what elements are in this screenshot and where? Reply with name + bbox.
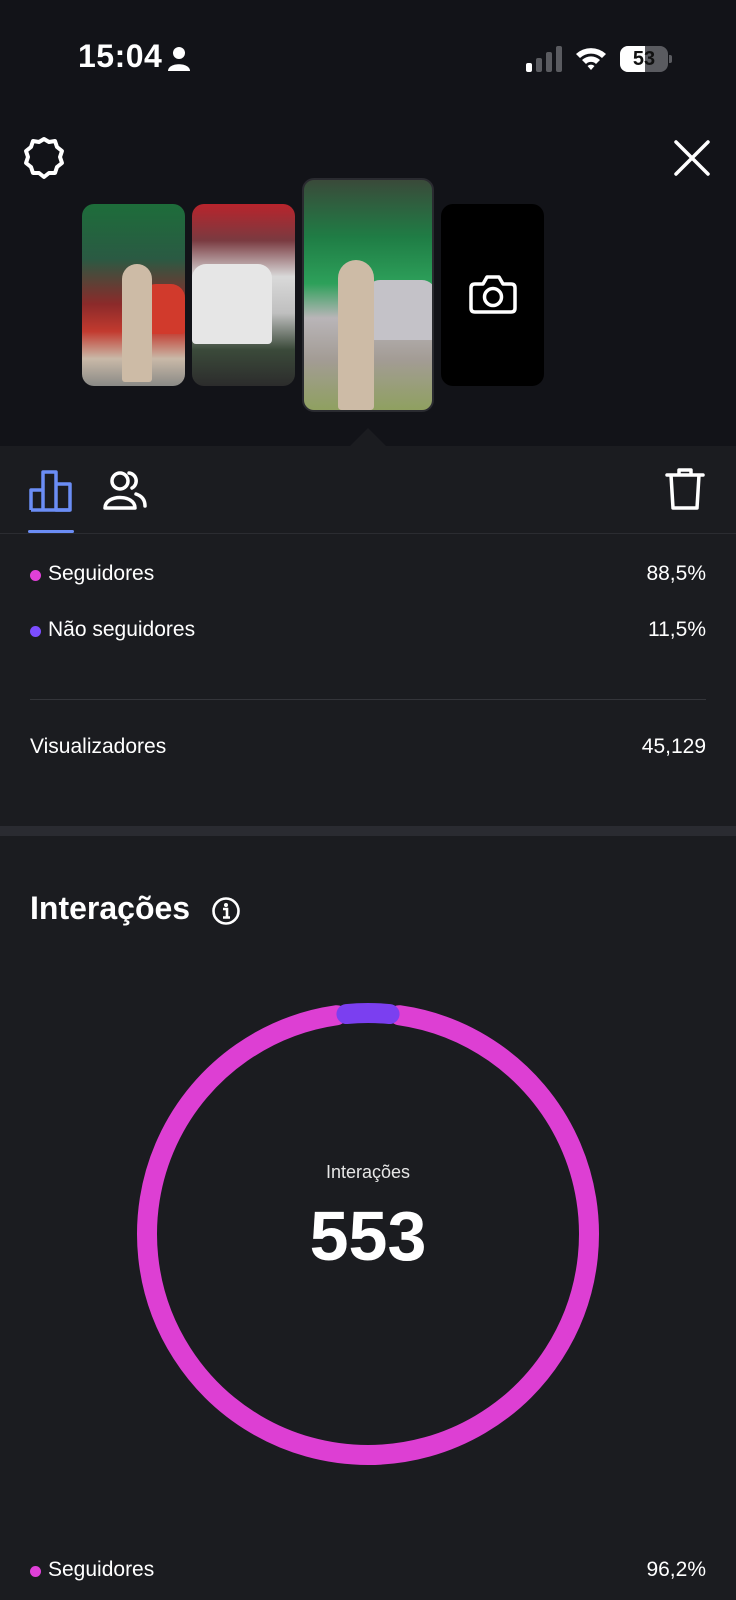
followers-row: Seguidores 88,5% bbox=[30, 558, 706, 594]
trash-icon[interactable] bbox=[664, 466, 706, 512]
cellular-signal-icon bbox=[526, 46, 562, 72]
settings-gear-icon[interactable] bbox=[22, 136, 66, 180]
battery-indicator: 53 bbox=[620, 46, 672, 72]
viewers-row: Visualizadores 45,129 bbox=[30, 731, 706, 767]
row-label: Seguidores bbox=[48, 562, 155, 585]
story-thumbnail-selected[interactable] bbox=[302, 178, 434, 412]
close-icon[interactable] bbox=[670, 136, 714, 180]
row-value: 88,5% bbox=[646, 562, 706, 585]
followers-dot bbox=[30, 570, 41, 581]
donut-center-value: 553 bbox=[309, 1197, 427, 1275]
followers-dot bbox=[30, 1566, 41, 1577]
row-label: Não seguidores bbox=[48, 618, 196, 641]
person-icon bbox=[168, 47, 190, 71]
people-icon[interactable] bbox=[102, 468, 148, 512]
viewers-label: Visualizadores bbox=[30, 735, 167, 758]
tab-bar bbox=[0, 446, 736, 534]
interactions-followers-row: Seguidores 96,2% bbox=[30, 1554, 706, 1590]
divider bbox=[30, 699, 706, 700]
donut-slice-nao-seguidores bbox=[336, 1003, 400, 1025]
story-thumbnail[interactable] bbox=[192, 204, 295, 386]
selected-pointer bbox=[350, 428, 386, 446]
bar-chart-icon[interactable] bbox=[28, 468, 74, 512]
row-label: Seguidores bbox=[48, 1558, 155, 1581]
status-bar: 15:04 53 bbox=[0, 0, 736, 120]
camera-icon[interactable] bbox=[469, 272, 517, 316]
row-value: 11,5% bbox=[648, 618, 706, 641]
thumbnail-car bbox=[366, 280, 432, 340]
viewers-value: 45,129 bbox=[641, 735, 706, 758]
row-value: 96,2% bbox=[646, 1558, 706, 1581]
interactions-title: Interações bbox=[30, 890, 191, 926]
non-followers-dot bbox=[30, 626, 41, 637]
battery-level: 53 bbox=[632, 48, 656, 70]
story-thumbnail[interactable] bbox=[82, 204, 185, 386]
thumbnail-person bbox=[122, 264, 152, 382]
wifi-icon bbox=[576, 48, 606, 70]
thumbnail-car bbox=[192, 264, 272, 344]
active-tab-indicator bbox=[28, 530, 74, 533]
section-separator bbox=[0, 826, 736, 836]
info-icon[interactable] bbox=[211, 896, 241, 926]
donut-center-label: Interações bbox=[325, 1162, 411, 1182]
non-followers-row: Não seguidores 11,5% bbox=[30, 614, 706, 650]
thumbnail-person bbox=[338, 260, 374, 410]
status-time: 15:04 bbox=[78, 38, 163, 74]
